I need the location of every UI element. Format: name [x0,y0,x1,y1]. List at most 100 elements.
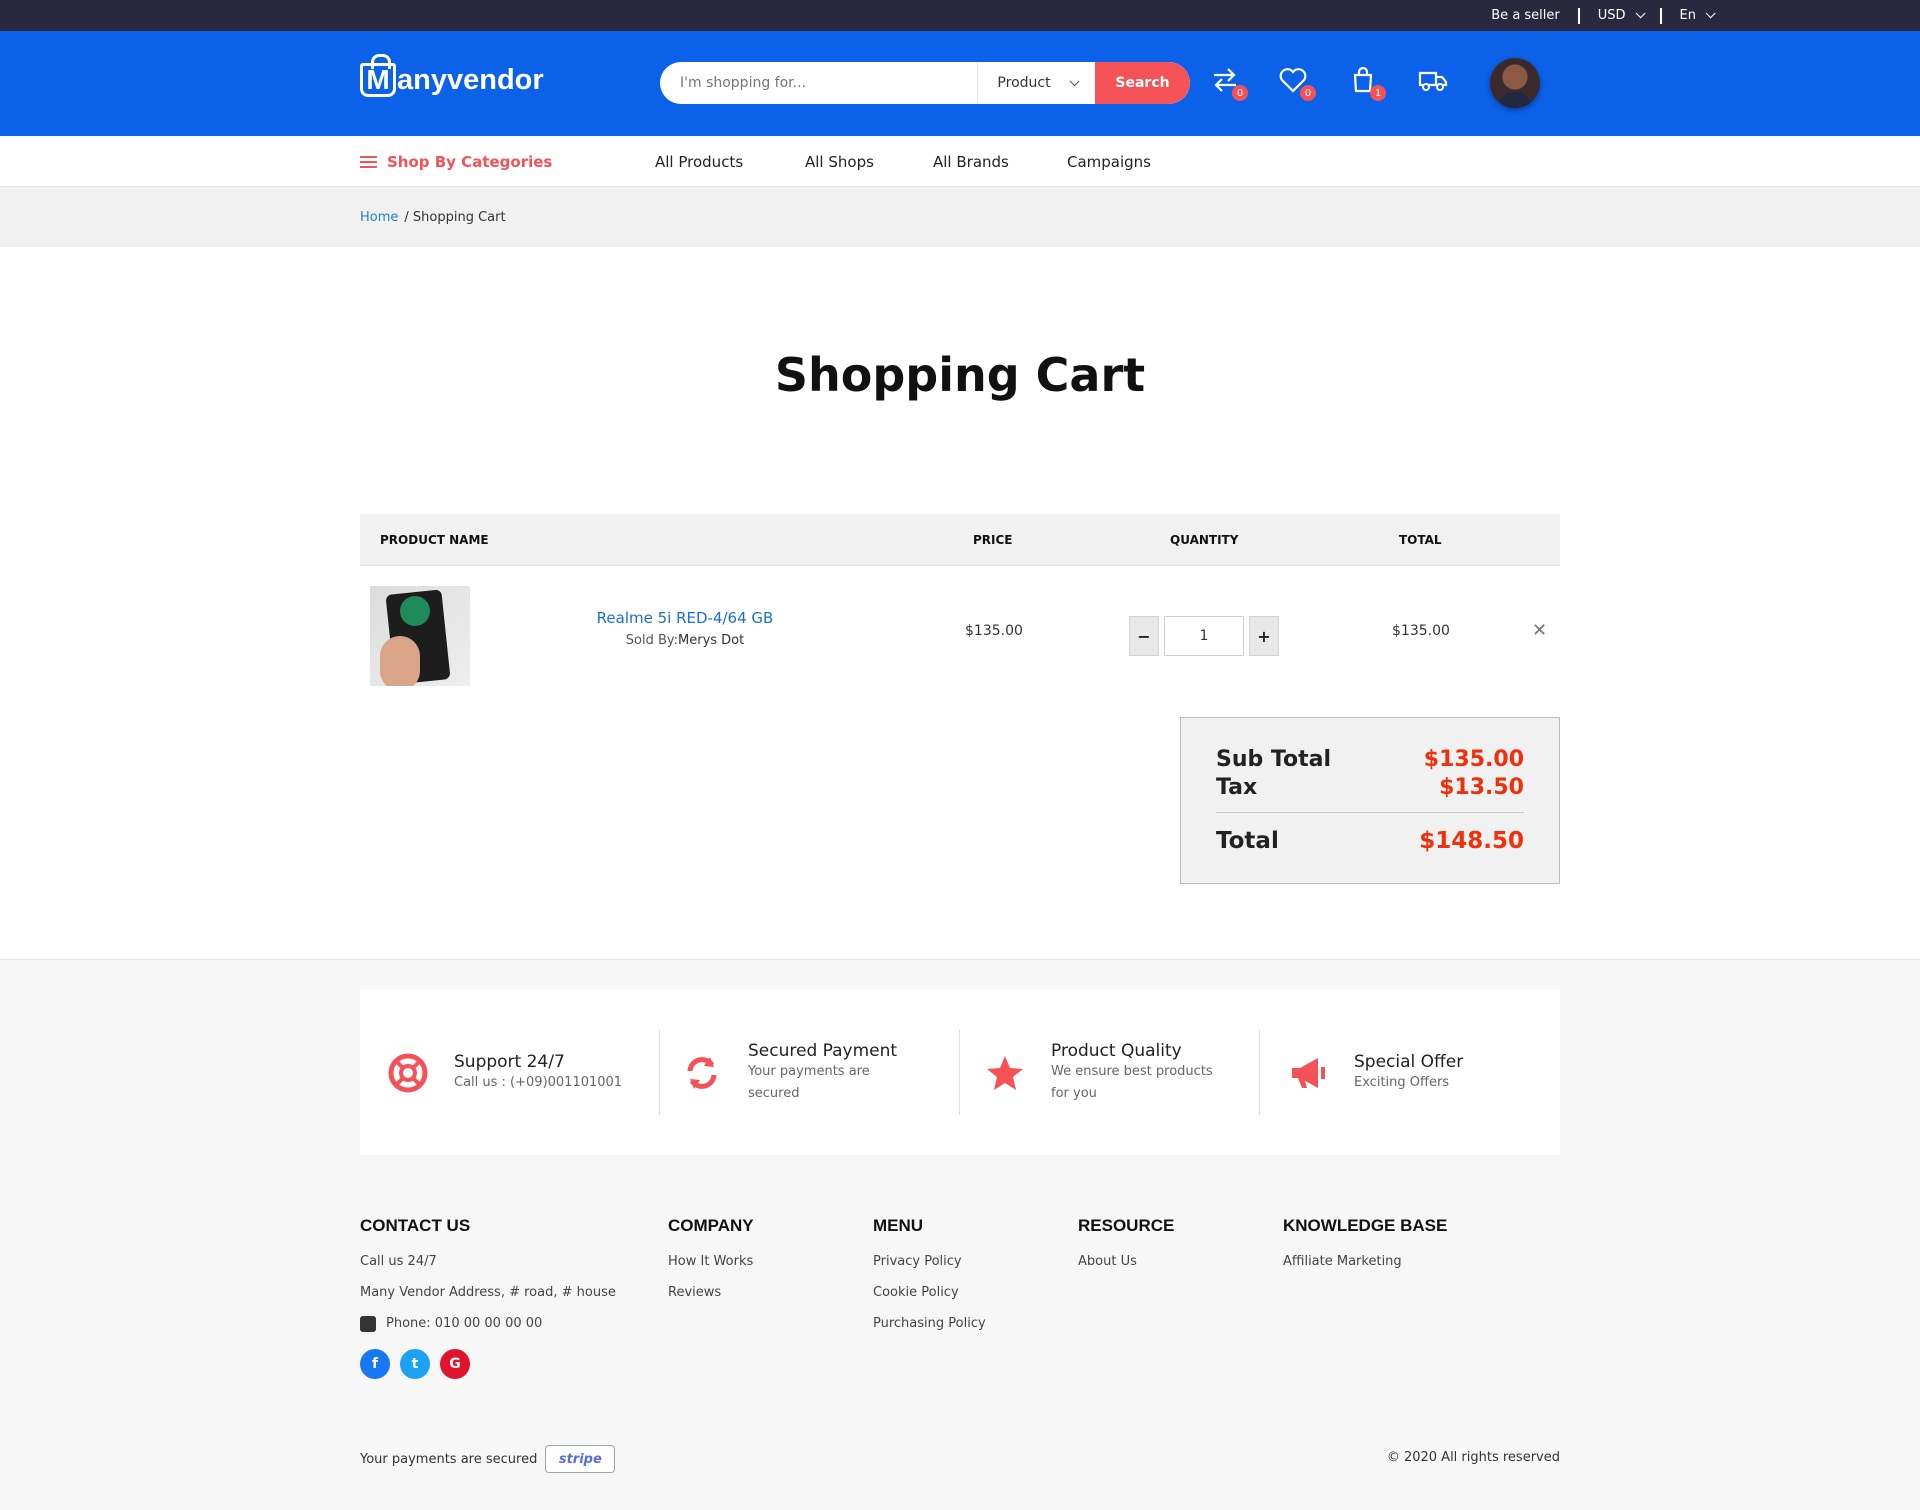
search-bar: Product Search [660,62,1190,104]
user-avatar[interactable] [1490,58,1540,108]
cart-table-header: PRODUCT NAME PRICE QUANTITY TOTAL [360,514,1560,566]
product-info: Realme 5i RED-4/64 GB Sold By:Merys Dot [590,609,780,648]
table-row: Realme 5i RED-4/64 GB Sold By:Merys Dot … [360,566,1560,686]
track-order-button[interactable] [1418,65,1452,99]
sold-by: Sold By:Merys Dot [590,633,780,648]
truck-icon [1418,71,1448,91]
subtotal-label: Sub Total [1216,747,1332,772]
feature-support: Support 24/7 Call us : (+09)001101001 [388,1030,622,1115]
search-button[interactable]: Search [1095,62,1190,104]
footer-company: COMPANY How It Works Reviews [668,1216,754,1308]
payments-text: Your payments are secured [360,1451,538,1467]
phone-icon [360,1315,376,1332]
product-image[interactable] [370,586,470,686]
contact-call: Call us 24/7 [360,1254,437,1269]
order-summary: Sub Total $135.00 Tax $13.50 Total $148.50 [1180,717,1560,884]
feature-title: Secured Payment [748,1040,898,1061]
contact-phone: Phone: 010 00 00 00 00 [360,1308,616,1339]
star-icon [985,1053,1025,1093]
logo[interactable]: Manyvendor [360,54,544,97]
compare-button[interactable]: 0 [1210,65,1248,101]
product-image-leaf [400,596,430,626]
decrease-quantity-button[interactable]: − [1129,616,1159,656]
facebook-icon[interactable]: f [360,1349,390,1379]
product-price: $135.00 [965,623,1023,639]
product-name-link[interactable]: Realme 5i RED-4/64 GB [590,609,780,627]
twitter-icon[interactable]: t [400,1349,430,1379]
footer-link-purchasing-policy[interactable]: Purchasing Policy [873,1308,986,1339]
feature-subtitle: We ensure best products for you [1051,1063,1213,1101]
chevron-down-icon [1069,75,1080,86]
search-scope-select[interactable]: Product [977,62,1095,104]
footer-contact: CONTACT US Call us 24/7 Many Vendor Addr… [360,1216,616,1379]
divider [1259,1030,1260,1115]
megaphone-icon [1288,1053,1328,1093]
total-label: Total [1216,828,1279,854]
footer: Support 24/7 Call us : (+09)001101001 Sec… [0,959,1920,1510]
page-title: Shopping Cart [774,348,1146,402]
stripe-badge: stripe [545,1445,616,1473]
footer-link-reviews[interactable]: Reviews [668,1277,754,1308]
categories-label: Shop By Categories [387,152,553,171]
feature-special-offer: Special Offer Exciting Offers [1288,1030,1463,1115]
feature-subtitle: Your payments are secured [748,1063,870,1101]
wishlist-button[interactable]: 0 [1278,65,1316,101]
search-input[interactable] [660,62,977,104]
remove-item-button[interactable]: ✕ [1532,620,1547,641]
divider [1216,812,1524,813]
quantity-stepper: − 1 + [1129,616,1279,656]
header: Manyvendor Product Search 0 0 1 [0,31,1920,136]
footer-heading: COMPANY [668,1216,754,1235]
total-line: Total $148.50 [1216,827,1524,855]
chevron-down-icon [1705,8,1716,19]
nav-all-brands[interactable]: All Brands [933,136,1009,187]
header-quantity: QUANTITY [1170,532,1239,547]
compare-count-badge: 0 [1232,85,1248,101]
close-icon: ✕ [1532,620,1548,641]
feature-title: Support 24/7 [454,1051,565,1072]
currency-label: USD [1597,8,1626,23]
feature-subtitle: Call us : (+09)001101001 [454,1074,623,1090]
sold-by-label: Sold By: [625,633,679,648]
footer-resource: RESOURCE About Us [1078,1216,1174,1277]
features-strip: Support 24/7 Call us : (+09)001101001 Sec… [360,990,1560,1155]
quantity-input[interactable]: 1 [1164,616,1244,656]
be-a-seller-link[interactable]: Be a seller [1473,8,1578,23]
cart-button[interactable]: 1 [1348,65,1386,101]
tax-value: $13.50 [1439,775,1524,800]
menu-icon [360,155,377,168]
feature-title: Special Offer [1354,1051,1464,1072]
header-price: PRICE [973,532,1013,547]
total-value: $148.50 [1419,828,1524,854]
social-links: f t G [360,1349,616,1379]
footer-link-cookie-policy[interactable]: Cookie Policy [873,1277,986,1308]
nav-campaigns[interactable]: Campaigns [1067,136,1151,187]
footer-menu: MENU Privacy Policy Cookie Policy Purcha… [873,1216,986,1339]
currency-select[interactable]: USD [1580,8,1660,23]
breadcrumb-home[interactable]: Home [360,210,398,225]
footer-heading: CONTACT US [360,1216,471,1235]
feature-subtitle: Exciting Offers [1354,1074,1450,1090]
footer-link-privacy-policy[interactable]: Privacy Policy [873,1246,986,1277]
header-product-name: PRODUCT NAME [380,532,489,547]
seller-name: Merys Dot [678,633,745,648]
footer-link-about-us[interactable]: About Us [1078,1246,1174,1277]
nav-all-products[interactable]: All Products [655,136,743,187]
google-icon[interactable]: G [440,1349,470,1379]
product-image-hand [380,636,420,686]
cart-count-badge: 1 [1370,85,1386,101]
shop-by-categories-button[interactable]: Shop By Categories [360,136,552,187]
chevron-down-icon [1635,8,1646,19]
footer-link-how-it-works[interactable]: How It Works [668,1246,754,1277]
copyright: © 2020 All rights reserved [1386,1450,1560,1465]
nav-all-shops[interactable]: All Shops [805,136,874,187]
footer-link-affiliate-marketing[interactable]: Affiliate Marketing [1283,1246,1447,1277]
search-scope-label: Product [997,75,1051,91]
subtotal-line: Sub Total $135.00 [1216,746,1524,774]
increase-quantity-button[interactable]: + [1249,616,1279,656]
footer-heading: KNOWLEDGE BASE [1283,1216,1448,1235]
divider [959,1030,960,1115]
logo-letter: M [366,64,390,95]
language-select[interactable]: En [1662,8,1730,23]
footer-heading: RESOURCE [1078,1216,1175,1235]
